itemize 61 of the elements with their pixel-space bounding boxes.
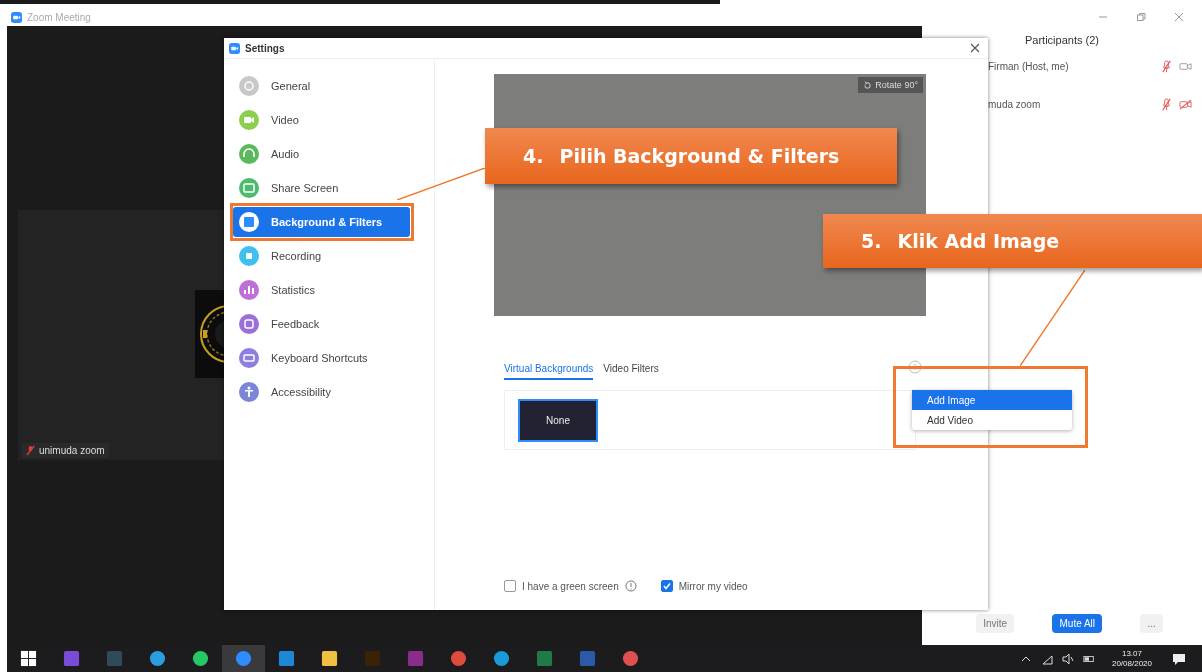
sidebar-item[interactable]: Video xyxy=(233,105,410,135)
muted-mic-icon[interactable] xyxy=(1160,97,1173,111)
menu-item[interactable]: Add Video xyxy=(912,410,1072,430)
speaker-icon[interactable] xyxy=(1061,652,1074,665)
checkbox-label: Mirror my video xyxy=(678,580,748,592)
panel-button[interactable]: ... xyxy=(1140,614,1163,633)
app-icon xyxy=(622,650,639,667)
app-icon xyxy=(450,650,467,667)
tab[interactable]: Video Filters xyxy=(603,360,659,380)
panel-title: Participants (2) xyxy=(1024,34,1100,46)
restore-icon[interactable] xyxy=(1136,12,1146,22)
background-option[interactable]: None xyxy=(518,398,598,442)
tab[interactable]: Virtual Backgrounds xyxy=(504,360,594,380)
app-logo-icon xyxy=(229,42,240,54)
panel-button[interactable]: Invite xyxy=(976,614,1015,633)
sidebar-item[interactable]: General xyxy=(233,71,410,101)
rotate-icon xyxy=(863,80,873,90)
sidebar-item[interactable]: Share Screen xyxy=(233,173,410,203)
callout-banner: 4. Pilih Background & Filters xyxy=(485,128,897,184)
notification-icon[interactable] xyxy=(1172,651,1186,666)
app-icon xyxy=(321,650,338,667)
rotate-button[interactable]: Rotate 90° xyxy=(858,77,923,93)
info-icon[interactable] xyxy=(624,580,637,592)
participant-name: Firman (Host, me) xyxy=(988,60,1070,72)
participant-name: unimuda zoom xyxy=(39,445,105,456)
checkbox[interactable] xyxy=(504,580,516,592)
sidebar-item[interactable]: Keyboard Shortcuts xyxy=(233,343,410,373)
menu-item[interactable]: Add Image xyxy=(912,390,1072,410)
app-icon xyxy=(278,650,295,667)
app-icon xyxy=(536,650,553,667)
sidebar-item[interactable]: Feedback xyxy=(233,309,410,339)
panel-button[interactable]: Mute All xyxy=(1052,614,1103,633)
app-icon xyxy=(364,650,381,667)
windows-icon xyxy=(20,650,37,667)
app-icon xyxy=(407,650,424,667)
app-logo-icon xyxy=(11,11,22,23)
close-icon[interactable] xyxy=(970,43,980,53)
app-icon xyxy=(235,650,252,667)
checkbox-label: I have a green screen xyxy=(522,580,619,592)
window-title: Settings xyxy=(245,42,285,54)
app-icon xyxy=(106,650,123,667)
sidebar-item[interactable]: Background & Filters xyxy=(233,207,410,237)
network-icon[interactable] xyxy=(1040,652,1053,665)
muted-mic-icon[interactable] xyxy=(1160,59,1173,73)
sidebar-item[interactable]: Accessibility xyxy=(233,377,410,407)
app-icon xyxy=(149,650,166,667)
add-icon[interactable] xyxy=(908,360,922,374)
window-title: Zoom Meeting xyxy=(27,11,91,23)
clock-time: 13.07 xyxy=(1121,648,1142,659)
app-icon xyxy=(579,650,596,667)
clock-date: 20/08/2020 xyxy=(1111,658,1152,669)
app-icon xyxy=(63,650,80,667)
sidebar-item[interactable]: Statistics xyxy=(233,275,410,305)
sidebar-item[interactable]: Audio xyxy=(233,139,410,169)
checkbox[interactable] xyxy=(660,580,673,592)
app-icon xyxy=(493,650,510,667)
app-icon xyxy=(192,650,209,667)
camera-off-icon[interactable] xyxy=(1179,97,1192,111)
callout-banner: 5. Klik Add Image xyxy=(823,214,1202,268)
participant-name: muda zoom xyxy=(988,98,1042,110)
sidebar-item[interactable]: Recording xyxy=(233,241,410,271)
